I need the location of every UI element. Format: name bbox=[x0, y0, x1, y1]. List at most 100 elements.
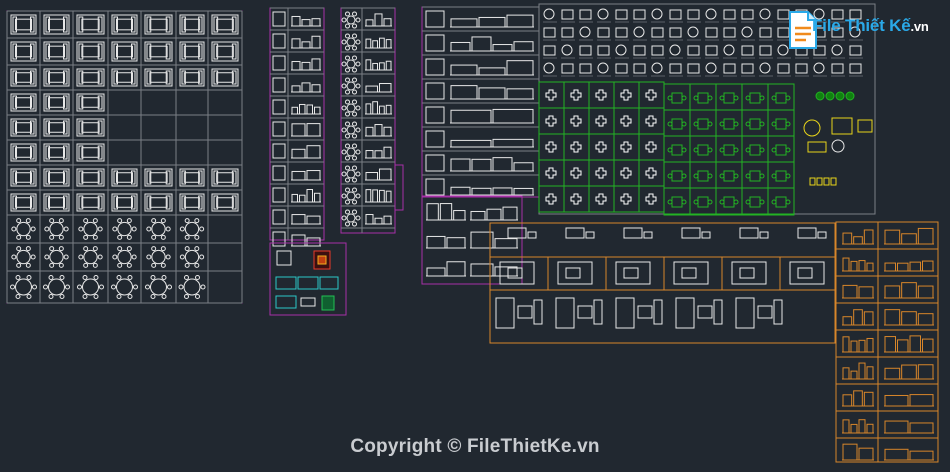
chair-seat bbox=[151, 218, 157, 224]
elevation-part bbox=[372, 189, 378, 203]
chair-seat bbox=[58, 234, 64, 240]
sofa-block bbox=[144, 168, 173, 187]
chair-seat bbox=[707, 199, 713, 205]
sofa-block bbox=[144, 193, 173, 212]
chair-seat bbox=[785, 199, 791, 205]
sofa-outline bbox=[10, 93, 37, 112]
chair-cross-block bbox=[595, 89, 607, 101]
palette-rect bbox=[705, 27, 718, 38]
sofa-outline bbox=[179, 168, 205, 187]
elevation-block bbox=[842, 336, 874, 353]
palette-circle bbox=[705, 62, 717, 74]
cad-drawing-canvas[interactable] bbox=[0, 0, 950, 472]
palette-icon bbox=[633, 9, 647, 23]
l-sofa-plan bbox=[789, 261, 825, 285]
sofa-outline bbox=[144, 14, 173, 35]
chair-seat bbox=[30, 254, 36, 260]
table-circle bbox=[116, 278, 133, 296]
chair-seat bbox=[26, 294, 32, 300]
cabinet-block bbox=[297, 276, 319, 290]
round-table-block bbox=[341, 209, 361, 227]
elevation-part bbox=[884, 367, 901, 380]
elevation-part bbox=[450, 109, 492, 124]
elevation-part bbox=[379, 105, 385, 115]
palette-icon bbox=[831, 63, 845, 77]
dining-chair-blocks bbox=[538, 81, 873, 216]
chair-seat bbox=[355, 149, 361, 155]
sofa-table bbox=[149, 45, 168, 58]
coffee-table bbox=[565, 267, 581, 279]
chair-seat bbox=[733, 173, 739, 179]
palette-icon bbox=[777, 63, 791, 77]
palette-icon bbox=[723, 9, 737, 23]
chair-cross-block bbox=[645, 167, 657, 179]
chair-seat bbox=[809, 177, 816, 186]
elevation-block bbox=[291, 103, 321, 115]
chair-seat bbox=[184, 234, 190, 240]
chair-seat bbox=[30, 226, 36, 232]
chair-seat bbox=[345, 121, 350, 127]
chair-seat bbox=[83, 234, 89, 240]
elevation-part bbox=[922, 338, 934, 353]
kitchen-plan bbox=[425, 130, 445, 148]
elevation-part bbox=[372, 101, 378, 115]
chair-seat bbox=[82, 274, 88, 280]
sofa-block bbox=[76, 193, 105, 212]
side-table bbox=[585, 231, 595, 239]
chair-cross-block bbox=[545, 141, 557, 153]
elevation-block bbox=[291, 123, 321, 137]
bed-plan bbox=[272, 55, 286, 71]
elevation-part bbox=[379, 62, 385, 71]
elevation-block bbox=[365, 59, 392, 71]
chair-seat bbox=[131, 254, 137, 260]
l-sofa-plan bbox=[557, 261, 593, 285]
chair-seat bbox=[345, 11, 350, 17]
planter-block bbox=[321, 295, 335, 311]
elevation-part bbox=[306, 145, 321, 159]
chair-seat bbox=[58, 246, 64, 252]
table-circle bbox=[346, 81, 356, 91]
chair-seat bbox=[355, 61, 361, 67]
elevation-part bbox=[842, 232, 853, 245]
elevation-part bbox=[478, 87, 506, 100]
chair-seat bbox=[345, 45, 350, 51]
sofa-table bbox=[149, 72, 168, 83]
chair-seat bbox=[59, 294, 65, 300]
chair-seat bbox=[10, 284, 15, 290]
chair-seat bbox=[352, 133, 357, 139]
chair-seat bbox=[352, 33, 357, 39]
sofa-outline bbox=[10, 68, 37, 87]
elevation-part bbox=[446, 237, 466, 249]
chair-seat bbox=[825, 91, 835, 101]
sofa-plan bbox=[681, 227, 701, 239]
chair-seat bbox=[184, 274, 189, 280]
palette-rect bbox=[597, 45, 610, 56]
chair-seat bbox=[25, 234, 31, 240]
sofa-block bbox=[10, 68, 37, 87]
chair-seat bbox=[667, 95, 673, 101]
elevation-part bbox=[385, 39, 392, 49]
elevation-block bbox=[470, 231, 518, 249]
chair-seat bbox=[116, 274, 122, 280]
sofa-table bbox=[149, 172, 168, 183]
elevation-part bbox=[306, 170, 321, 181]
chair-seat bbox=[733, 147, 739, 153]
palette-icon bbox=[579, 63, 593, 77]
sofa-outline bbox=[43, 118, 70, 137]
elevation-part bbox=[842, 336, 850, 353]
chair-seat bbox=[823, 177, 830, 186]
chair-seat bbox=[352, 77, 357, 83]
round-table-block bbox=[77, 274, 104, 300]
palette-icon bbox=[723, 63, 737, 77]
sofa-table bbox=[48, 97, 65, 108]
sofa-table bbox=[48, 147, 65, 158]
chair-seat bbox=[845, 91, 855, 101]
sofa-table bbox=[48, 122, 65, 133]
chair-seat bbox=[161, 294, 167, 300]
side-table bbox=[817, 231, 827, 239]
elevation-part bbox=[513, 162, 534, 172]
chair-seat bbox=[117, 218, 123, 224]
sofa-outline bbox=[144, 68, 173, 87]
chair-seat bbox=[355, 83, 361, 89]
elevation-part bbox=[909, 394, 934, 407]
